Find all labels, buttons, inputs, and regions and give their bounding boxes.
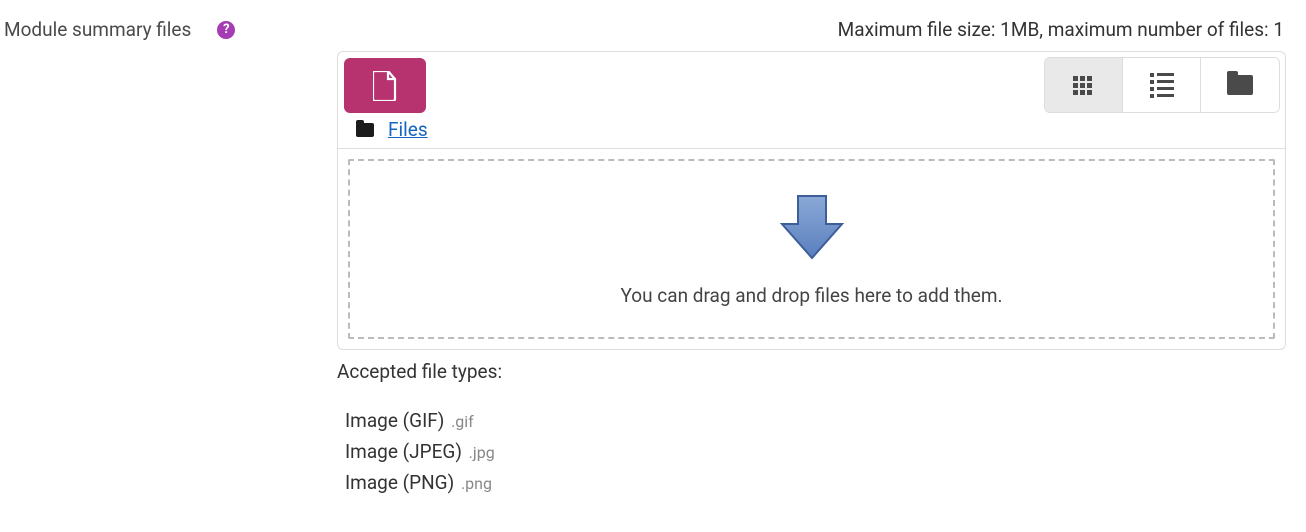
- file-manager: Files: [337, 51, 1286, 350]
- file-icon: [373, 71, 397, 101]
- breadcrumb: Files: [342, 113, 1044, 144]
- filetype-ext: .jpg: [469, 443, 495, 462]
- file-manager-toolbar: Files: [338, 52, 1285, 149]
- view-tree-button[interactable]: [1201, 58, 1279, 112]
- breadcrumb-files-link[interactable]: Files: [388, 118, 428, 141]
- folder-icon: [1227, 75, 1253, 95]
- field-label: Module summary files: [4, 18, 191, 41]
- folder-icon: [356, 123, 374, 137]
- filetype-name: Image (PNG): [345, 471, 454, 494]
- dropzone-text: You can drag and drop files here to add …: [620, 284, 1002, 307]
- filetype-ext: .png: [461, 474, 492, 493]
- filetype-ext: .gif: [451, 412, 474, 431]
- view-icons-button[interactable]: [1045, 58, 1123, 112]
- accepted-types-list: Image (GIF) .gif Image (JPEG) .jpg Image…: [337, 409, 1286, 494]
- filetype-name: Image (GIF): [345, 409, 444, 432]
- accepted-types-label: Accepted file types:: [337, 360, 1286, 383]
- file-dropzone[interactable]: You can drag and drop files here to add …: [348, 159, 1275, 339]
- list-item: Image (GIF) .gif: [345, 409, 1286, 432]
- help-icon[interactable]: ?: [217, 21, 235, 39]
- file-limits-text: Maximum file size: 1MB, maximum number o…: [838, 18, 1284, 41]
- grid-icon: [1073, 76, 1095, 95]
- filetype-name: Image (JPEG): [345, 440, 462, 463]
- add-file-button[interactable]: [344, 58, 426, 113]
- download-arrow-icon: [776, 192, 848, 264]
- list-icon: [1150, 73, 1174, 98]
- view-details-button[interactable]: [1123, 58, 1201, 112]
- view-toggle: [1044, 57, 1280, 113]
- list-item: Image (PNG) .png: [345, 471, 1286, 494]
- field-header: Module summary files ? Maximum file size…: [4, 18, 1284, 41]
- list-item: Image (JPEG) .jpg: [345, 440, 1286, 463]
